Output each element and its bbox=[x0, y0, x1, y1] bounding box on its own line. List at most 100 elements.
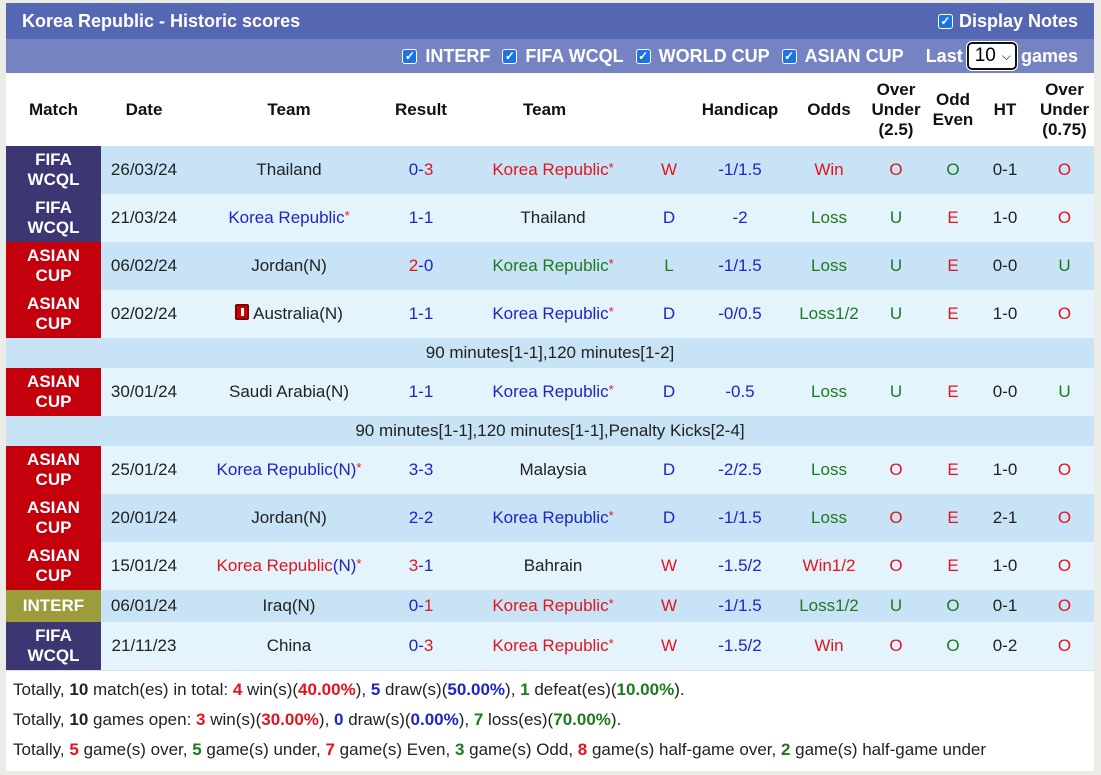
away-team-link[interactable]: Korea Republic bbox=[492, 508, 608, 527]
away-score: 1 bbox=[423, 556, 434, 575]
home-team-link[interactable]: Iraq(N) bbox=[263, 596, 316, 615]
table-row[interactable]: ASIAN CUP 06/02/24 Jordan(N) 2-0 Korea Republ… bbox=[6, 242, 1094, 290]
table-row[interactable]: ASIAN CUP 15/01/24 Korea Republic(N)* 3-1 Bah… bbox=[6, 542, 1094, 590]
odds-result: Loss bbox=[797, 494, 861, 542]
summary-text: win(s)( bbox=[242, 680, 299, 699]
win-loss: D bbox=[655, 446, 683, 494]
star-marker: * bbox=[608, 304, 614, 319]
away-team-link[interactable]: Thailand bbox=[520, 208, 585, 227]
home-team-link[interactable]: Saudi Arabia(N) bbox=[229, 382, 349, 401]
odds-result: Loss1/2 bbox=[797, 290, 861, 338]
home-team: Saudi Arabia(N) bbox=[187, 368, 391, 416]
away-team-link[interactable]: Korea Republic bbox=[492, 636, 608, 655]
match-date: 20/01/24 bbox=[101, 494, 187, 542]
table-row[interactable]: FIFA WCQL 21/03/24 Korea Republic* 1-1 Thaila… bbox=[6, 194, 1094, 242]
league-line: WCQL bbox=[27, 170, 80, 189]
match-date: 06/02/24 bbox=[101, 242, 187, 290]
away-score: 1 bbox=[423, 208, 434, 227]
match-note: 90 minutes[1-1],120 minutes[1-1],Penalty… bbox=[6, 416, 1094, 446]
summary-handicap-line: Totally, 10 games open: 3 win(s)(30.00%)… bbox=[13, 705, 1087, 735]
filter-fifa-wcql[interactable]: ✓ FIFA WCQL bbox=[502, 46, 624, 67]
league-line: FIFA bbox=[35, 198, 72, 217]
half-over-count: 8 bbox=[577, 740, 588, 759]
last-games-select[interactable]: 10 ⌵ bbox=[965, 41, 1018, 71]
checkbox-checked-icon[interactable]: ✓ bbox=[781, 48, 797, 64]
home-team-link[interactable]: Jordan(N) bbox=[251, 508, 327, 527]
match-date: 21/11/23 bbox=[101, 622, 187, 670]
col-result: Result bbox=[391, 73, 451, 146]
home-score: 3 bbox=[408, 460, 419, 479]
filter-world-cup[interactable]: ✓ WORLD CUP bbox=[635, 46, 770, 67]
league-badge: ASIAN CUP bbox=[6, 446, 101, 494]
filter-interf[interactable]: ✓ INTERF bbox=[402, 46, 490, 67]
home-team-link[interactable]: Jordan(N) bbox=[251, 256, 327, 275]
summary: Totally, 10 match(es) in total: 4 win(s)… bbox=[6, 670, 1094, 771]
half-time-score: 1-0 bbox=[975, 446, 1035, 494]
half-time-score: 1-0 bbox=[975, 542, 1035, 590]
result[interactable]: 1-1 bbox=[391, 290, 451, 338]
result[interactable]: 1-1 bbox=[391, 194, 451, 242]
match-date: 21/03/24 bbox=[101, 194, 187, 242]
table-row[interactable]: ASIAN CUP 30/01/24 Saudi Arabia(N) 1-1 Korea … bbox=[6, 368, 1094, 416]
result[interactable]: 2-2 bbox=[391, 494, 451, 542]
win-count: 3 bbox=[196, 710, 206, 729]
summary-text: loss(es)( bbox=[483, 710, 554, 729]
checkbox-checked-icon[interactable]: ✓ bbox=[502, 48, 518, 64]
table-row[interactable]: ASIAN CUP 02/02/24 Australia(N) 1-1 Korea Rep… bbox=[6, 290, 1094, 338]
home-team-link[interactable]: Korea Republic bbox=[217, 556, 333, 575]
over-under-ht: O bbox=[1035, 290, 1094, 338]
league-badge: ASIAN CUP bbox=[6, 242, 101, 290]
away-team-link[interactable]: Korea Republic bbox=[492, 256, 608, 275]
display-notes-toggle[interactable]: ✓ Display Notes bbox=[937, 11, 1078, 32]
handicap: -1/1.5 bbox=[683, 242, 797, 290]
league-line: ASIAN bbox=[27, 372, 80, 391]
result[interactable]: 1-1 bbox=[391, 368, 451, 416]
odd-even: E bbox=[931, 242, 975, 290]
table-row[interactable]: FIFA WCQL 26/03/24 Thailand 0-3 Korea Republi… bbox=[6, 146, 1094, 194]
table-row[interactable]: ASIAN CUP 25/01/24 Korea Republic(N)* 3-3 Mal… bbox=[6, 446, 1094, 494]
result[interactable]: 0-3 bbox=[391, 146, 451, 194]
checkbox-checked-icon[interactable]: ✓ bbox=[635, 48, 651, 64]
table-row[interactable]: FIFA WCQL 21/11/23 China 0-3 Korea Republic* W… bbox=[6, 622, 1094, 670]
away-team-link[interactable]: Korea Republic bbox=[492, 160, 608, 179]
away-team-link[interactable]: Korea Republic bbox=[492, 304, 608, 323]
over-under: O bbox=[861, 542, 931, 590]
away-team-link[interactable]: Korea Republic bbox=[492, 596, 608, 615]
checkbox-checked-icon[interactable]: ✓ bbox=[402, 48, 418, 64]
col-team-away: Team bbox=[451, 73, 683, 146]
away-team-link[interactable]: Malaysia bbox=[519, 460, 586, 479]
match-date: 02/02/24 bbox=[101, 290, 187, 338]
odds-result: Win bbox=[797, 146, 861, 194]
home-team-link[interactable]: Australia(N) bbox=[253, 304, 343, 323]
home-team-link[interactable]: Korea Republic bbox=[217, 460, 333, 479]
defeat-count: 1 bbox=[520, 680, 530, 699]
home-score: 2 bbox=[408, 508, 419, 527]
home-team-link[interactable]: Thailand bbox=[256, 160, 321, 179]
table-row[interactable]: ASIAN CUP 20/01/24 Jordan(N) 2-2 Korea Republ… bbox=[6, 494, 1094, 542]
odds-result: Win bbox=[797, 622, 861, 670]
odds-result: Loss bbox=[797, 242, 861, 290]
home-team-link[interactable]: China bbox=[267, 636, 311, 655]
odds-result: Loss1/2 bbox=[797, 590, 861, 622]
result[interactable]: 0-1 bbox=[391, 590, 451, 622]
over-under-ht: O bbox=[1035, 194, 1094, 242]
home-score: 1 bbox=[408, 304, 419, 323]
league-line: ASIAN bbox=[27, 498, 80, 517]
table-row[interactable]: INTERF 06/01/24 Iraq(N) 0-1 Korea Republic* W… bbox=[6, 590, 1094, 622]
odd-even: O bbox=[931, 146, 975, 194]
result[interactable]: 2-0 bbox=[391, 242, 451, 290]
result[interactable]: 0-3 bbox=[391, 622, 451, 670]
match-date: 30/01/24 bbox=[101, 368, 187, 416]
away-team-link[interactable]: Bahrain bbox=[524, 556, 583, 575]
star-marker: * bbox=[608, 636, 614, 651]
checkbox-checked-icon[interactable]: ✓ bbox=[937, 13, 953, 29]
result[interactable]: 3-1 bbox=[391, 542, 451, 590]
away-score: 3 bbox=[423, 460, 434, 479]
away-team-link[interactable]: Korea Republic bbox=[492, 382, 608, 401]
result[interactable]: 3-3 bbox=[391, 446, 451, 494]
home-team-link[interactable]: Korea Republic bbox=[228, 208, 344, 227]
filter-asian-cup[interactable]: ✓ ASIAN CUP bbox=[781, 46, 904, 67]
league-line: WCQL bbox=[27, 646, 80, 665]
league-badge: FIFA WCQL bbox=[6, 146, 101, 194]
col-handicap: Handicap bbox=[683, 73, 797, 146]
